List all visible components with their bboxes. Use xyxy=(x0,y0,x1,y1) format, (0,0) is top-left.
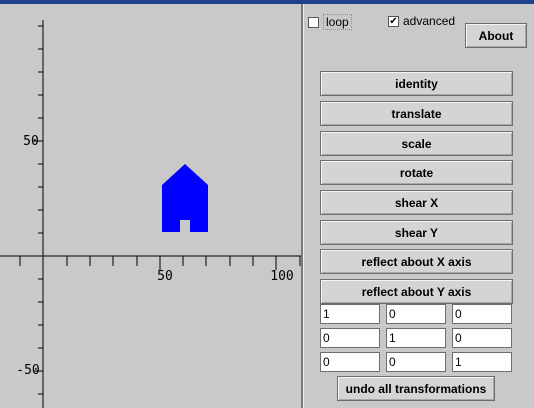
matrix-cell-r2c2[interactable] xyxy=(386,328,446,348)
matrix-cell-r3c3[interactable] xyxy=(452,352,512,372)
advanced-checkbox[interactable]: ✔ xyxy=(388,15,399,27)
coordinate-plot: 50 100 50 -50 xyxy=(0,20,301,408)
about-button[interactable]: About xyxy=(465,23,527,48)
translate-button[interactable]: translate xyxy=(320,101,513,126)
x-tick-label-100: 100 xyxy=(270,269,293,284)
loop-checkbox[interactable] xyxy=(308,16,319,28)
scale-button[interactable]: scale xyxy=(320,131,513,156)
reflect-y-axis-button[interactable]: reflect about Y axis xyxy=(320,279,513,304)
shear-y-button[interactable]: shear Y xyxy=(320,220,513,245)
drawing-canvas[interactable]: 50 100 50 -50 xyxy=(0,4,301,408)
y-axis-ticks xyxy=(33,25,43,395)
control-panel: loop ✔ advanced About identity translate… xyxy=(304,4,534,408)
y-tick-label-50: 50 xyxy=(23,134,39,149)
advanced-label[interactable]: advanced xyxy=(403,14,455,28)
undo-all-transformations-button[interactable]: undo all transformations xyxy=(337,376,495,401)
checkmark-icon: ✔ xyxy=(389,15,398,27)
advanced-option[interactable]: ✔ advanced xyxy=(388,14,455,28)
rotate-button[interactable]: rotate xyxy=(320,160,513,185)
shear-x-button[interactable]: shear X xyxy=(320,190,513,215)
matrix-cell-r2c1[interactable] xyxy=(320,328,380,348)
matrix-cell-r1c2[interactable] xyxy=(386,304,446,324)
house-shape xyxy=(162,164,208,232)
matrix-cell-r1c1[interactable] xyxy=(320,304,380,324)
matrix-cell-r3c1[interactable] xyxy=(320,352,380,372)
x-tick-label-50: 50 xyxy=(157,269,173,284)
identity-button[interactable]: identity xyxy=(320,71,513,96)
x-axis-ticks xyxy=(19,256,301,270)
loop-option[interactable]: loop xyxy=(308,14,352,30)
reflect-x-axis-button[interactable]: reflect about X axis xyxy=(320,249,513,274)
loop-label[interactable]: loop xyxy=(323,14,352,30)
matrix-cell-r2c3[interactable] xyxy=(452,328,512,348)
matrix-cell-r3c2[interactable] xyxy=(386,352,446,372)
y-tick-label-neg50: -50 xyxy=(16,363,39,378)
matrix-cell-r1c3[interactable] xyxy=(452,304,512,324)
